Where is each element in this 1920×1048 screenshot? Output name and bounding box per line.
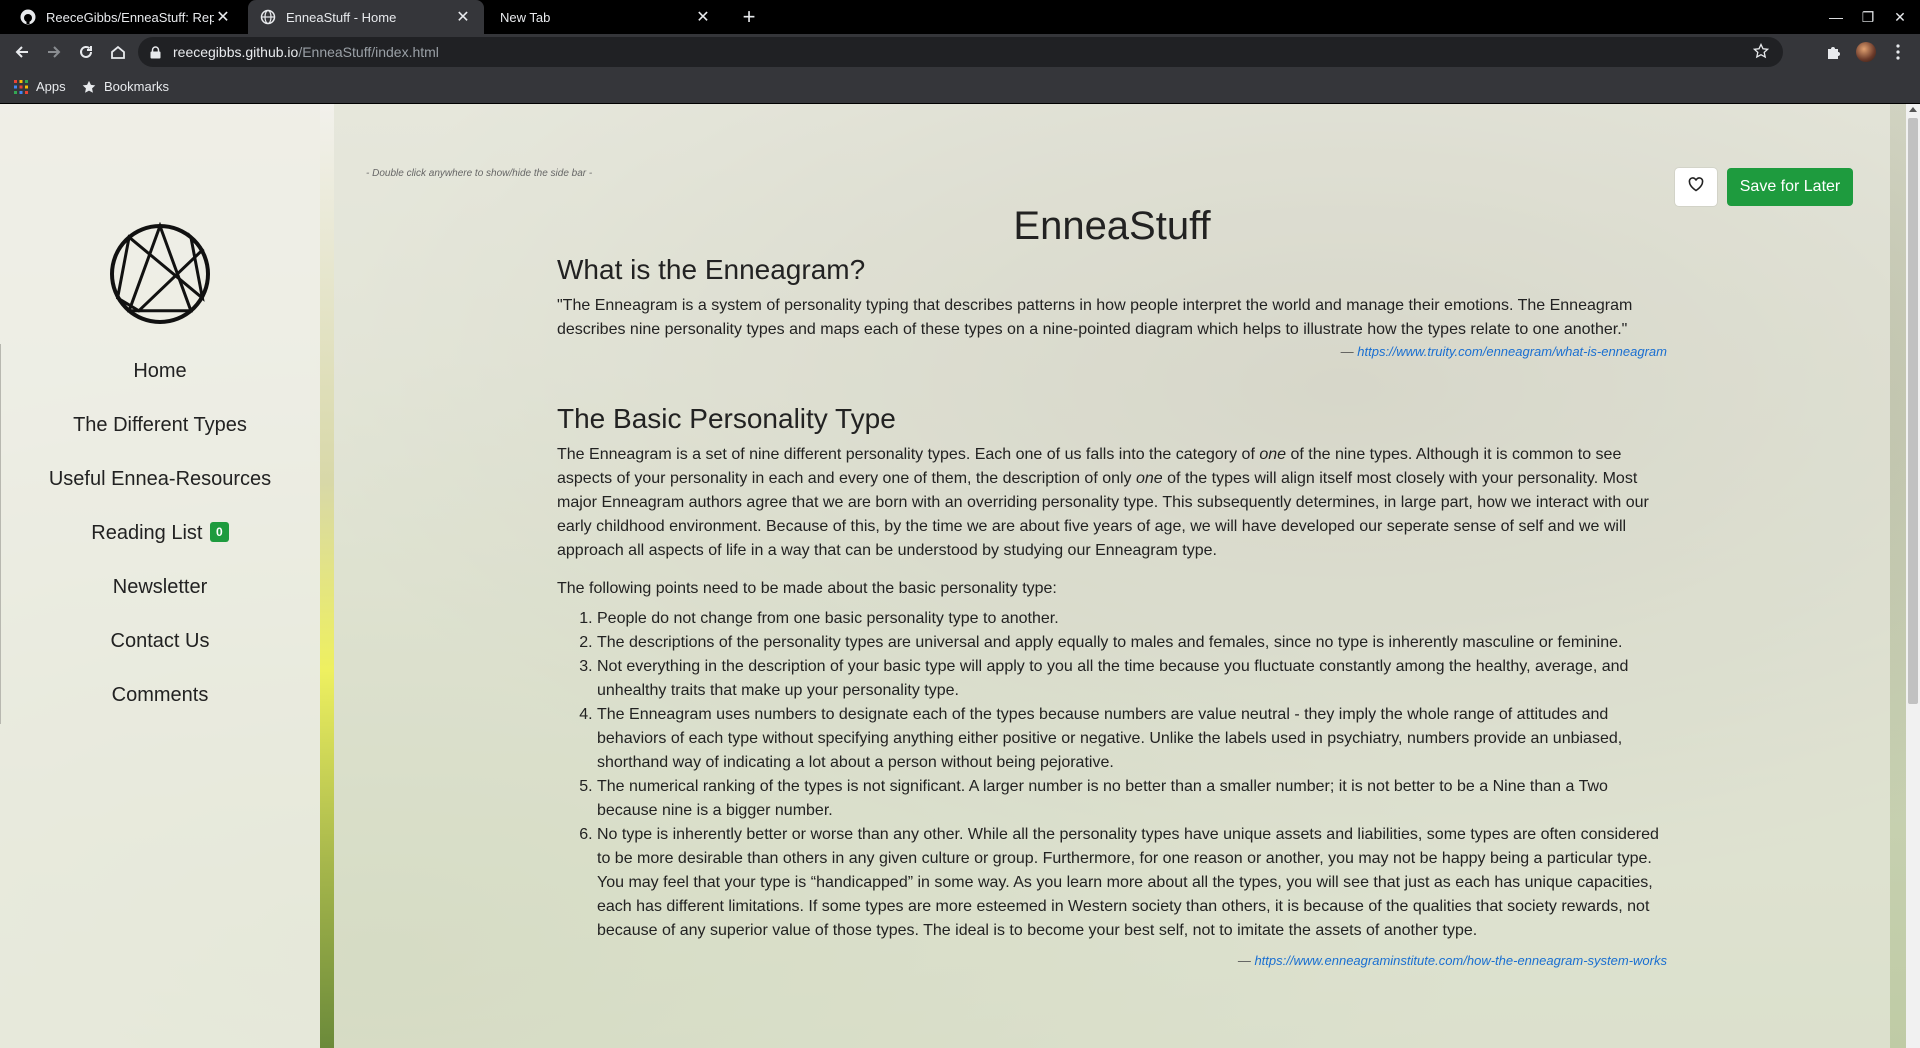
- extensions-puzzle-icon[interactable]: [1820, 38, 1848, 66]
- close-icon[interactable]: ✕: [454, 7, 472, 27]
- sidebar-item-newsletter[interactable]: Newsletter: [0, 574, 320, 600]
- bookmark-label: Apps: [36, 79, 66, 94]
- citation-dash: —: [1237, 953, 1251, 968]
- profile-avatar[interactable]: [1852, 38, 1880, 66]
- reload-icon[interactable]: [72, 38, 100, 66]
- bookmark-label: Bookmarks: [104, 79, 170, 94]
- tab-new-tab[interactable]: New Tab ✕: [488, 0, 724, 34]
- list-item: People do not change from one basic pers…: [597, 607, 1667, 631]
- new-tab-plus-icon[interactable]: +: [736, 4, 762, 30]
- sidebar-item-home[interactable]: Home: [0, 358, 320, 384]
- emphasis-text: one: [1136, 470, 1163, 487]
- list-item: The numerical ranking of the types is no…: [597, 775, 1667, 823]
- url-path: /EnneaStuff/index.html: [298, 44, 439, 60]
- sidebar: Home The Different Types Useful Ennea-Re…: [0, 104, 320, 1048]
- list-item: The descriptions of the personality type…: [597, 631, 1667, 655]
- forward-icon[interactable]: [40, 38, 68, 66]
- points-intro: The following points need to be made abo…: [557, 580, 1057, 597]
- sidebar-toggle-hint: - Double click anywhere to show/hide the…: [366, 168, 593, 179]
- section-heading: The Basic Personality Type: [557, 403, 896, 434]
- tab-strip: ReeceGibbs/EnneaStuff: Repo ✕ EnneaStuff…: [0, 0, 1920, 34]
- citation: — https://www.truity.com/enneagram/what-…: [557, 344, 1667, 359]
- tab-enneastuff-home[interactable]: EnneaStuff - Home ✕: [248, 0, 484, 34]
- paragraph-text: The Enneagram is a set of nine different…: [557, 446, 1260, 463]
- list-item: The Enneagram uses numbers to designate …: [597, 703, 1667, 775]
- apps-grid-icon: [14, 79, 28, 94]
- tab-github-repo[interactable]: ReeceGibbs/EnneaStuff: Repo ✕: [8, 0, 244, 34]
- url-host: reecegibbs.github.io: [173, 44, 299, 60]
- sidebar-item-comments[interactable]: Comments: [0, 682, 320, 708]
- enneagram-quote: "The Enneagram is a system of personalit…: [557, 297, 1633, 338]
- list-item: Not everything in the description of you…: [597, 655, 1667, 703]
- citation-link[interactable]: https://www.enneagraminstitute.com/how-t…: [1254, 953, 1667, 968]
- browser-toolbar: reecegibbs.github.io/EnneaStuff/index.ht…: [0, 34, 1920, 70]
- tab-title: New Tab: [500, 9, 551, 25]
- menu-kebab-icon[interactable]: [1884, 38, 1912, 66]
- lock-icon: [150, 45, 161, 59]
- heart-icon: [1688, 177, 1704, 197]
- close-icon[interactable]: ✕: [694, 7, 712, 27]
- bookmarks-bar: Apps Bookmarks: [0, 70, 1920, 104]
- page-title: EnneaStuff: [1013, 204, 1211, 248]
- citation: — https://www.enneagraminstitute.com/how…: [557, 953, 1667, 968]
- page-viewport: Home The Different Types Useful Ennea-Re…: [0, 104, 1920, 1048]
- main-content: - Double click anywhere to show/hide the…: [334, 104, 1890, 1048]
- save-for-later-button[interactable]: Save for Later: [1727, 168, 1853, 206]
- bookmark-folder[interactable]: Bookmarks: [82, 70, 169, 103]
- page-scrollbar[interactable]: [1906, 104, 1920, 1048]
- minimize-icon[interactable]: —: [1820, 0, 1852, 34]
- enneagram-logo: [110, 222, 210, 324]
- tab-title: EnneaStuff - Home: [286, 9, 397, 25]
- sidebar-item-contact[interactable]: Contact Us: [0, 628, 320, 654]
- scrollbar-thumb[interactable]: [1908, 118, 1918, 704]
- sidebar-edge: [320, 104, 334, 1048]
- bookmark-star-icon[interactable]: [1752, 42, 1770, 64]
- list-item: No type is inherently better or worse th…: [597, 823, 1667, 943]
- emphasis-text: one: [1259, 446, 1287, 463]
- window-close-icon[interactable]: ✕: [1884, 0, 1916, 34]
- home-icon[interactable]: [104, 38, 132, 66]
- sidebar-item-reading-list[interactable]: Reading List 0: [0, 520, 320, 546]
- sidebar-item-resources[interactable]: Useful Ennea-Resources: [0, 466, 320, 492]
- favorite-button[interactable]: [1675, 168, 1717, 206]
- github-icon: [20, 9, 36, 25]
- globe-icon: [260, 9, 276, 25]
- bookmark-apps[interactable]: Apps: [14, 70, 66, 103]
- restore-icon[interactable]: ❐: [1852, 0, 1884, 34]
- article: What is the Enneagram? "The Enneagram is…: [557, 254, 1667, 968]
- sidebar-item-label: Reading List: [91, 522, 203, 544]
- reading-list-count-badge: 0: [210, 522, 229, 542]
- basic-type-paragraph: The Enneagram is a set of nine different…: [557, 443, 1667, 563]
- citation-dash: —: [1340, 344, 1354, 359]
- scroll-up-arrow-icon[interactable]: [1909, 107, 1917, 112]
- close-icon[interactable]: ✕: [214, 7, 232, 27]
- section-heading: What is the Enneagram?: [557, 254, 866, 285]
- star-icon: [82, 80, 96, 94]
- address-bar[interactable]: reecegibbs.github.io/EnneaStuff/index.ht…: [138, 37, 1783, 67]
- sidebar-item-different-types[interactable]: The Different Types: [0, 412, 320, 438]
- citation-link[interactable]: https://www.truity.com/enneagram/what-is…: [1357, 344, 1667, 359]
- back-icon[interactable]: [8, 38, 36, 66]
- points-list: People do not change from one basic pers…: [557, 607, 1667, 943]
- tab-title: ReeceGibbs/EnneaStuff: Repo: [46, 9, 214, 25]
